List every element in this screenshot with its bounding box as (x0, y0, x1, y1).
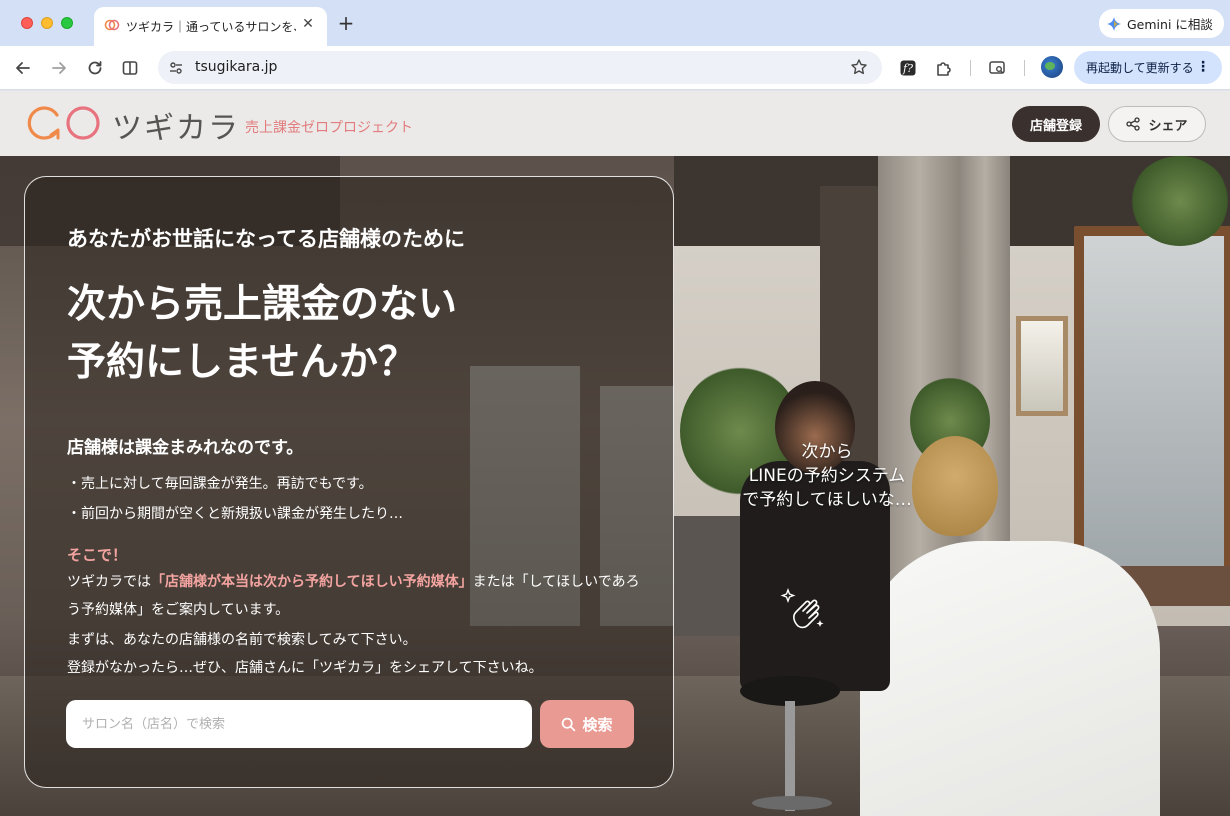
address-bar[interactable]: tsugikara.jp (158, 51, 882, 84)
window-maximize-button[interactable] (61, 17, 73, 29)
hero-lead: あなたがお世話になってる店舗様のために (67, 226, 465, 251)
gemini-sparkle-icon (1107, 16, 1121, 31)
web-page: 次から LINEの予約システム で予約してほしいな… ツギカラ 売上課金ゼロプロ… (0, 91, 1230, 816)
soko-heading: そこで！ (67, 546, 128, 564)
logo-text[interactable]: ツギカラ (112, 103, 240, 147)
svg-text:f?: f? (902, 62, 913, 75)
share-icon (1126, 117, 1141, 131)
restart-update-label: 再起動して更新する (1086, 61, 1194, 75)
toolbar-divider (970, 60, 971, 76)
tab-title: ツギカラ｜通っているサロンを、 (126, 20, 296, 34)
gemini-button[interactable]: Gemini に相談 (1099, 9, 1224, 38)
tab-search-icon[interactable] (986, 57, 1008, 79)
search-button-label: 検索 (582, 715, 613, 734)
window-minimize-button[interactable] (41, 17, 53, 29)
bubble-line-3: で予約してほしいな… (742, 490, 912, 510)
restart-update-button[interactable]: 再起動して更新する ⋮ (1074, 51, 1222, 84)
back-arrow-icon[interactable] (12, 57, 34, 79)
new-tab-button[interactable]: + (335, 12, 357, 34)
forward-arrow-icon[interactable] (48, 57, 70, 79)
toolbar-divider (1024, 60, 1025, 76)
site-header: ツギカラ 売上課金ゼロプロジェクト 店舗登録 シェア (0, 91, 1230, 156)
bookmark-star-icon[interactable] (850, 58, 868, 76)
instruction-paragraph: まずは、あなたの店舗様の名前で検索してみて下さい。 登録がなかったら…ぜひ、店舗… (67, 626, 647, 682)
url-text[interactable]: tsugikara.jp (195, 59, 277, 75)
instruction-line-1: まずは、あなたの店舗様の名前で検索してみて下さい。 (67, 632, 417, 648)
share-label: シェア (1148, 118, 1188, 134)
bubble-line-2: LINEの予約システム (748, 466, 906, 486)
window-close-button[interactable] (21, 17, 33, 29)
puzzle-extensions-icon[interactable] (933, 57, 955, 79)
tab-close-icon[interactable]: ✕ (299, 15, 317, 33)
intro-highlight: 「店舗様が本当は次から予約してほしい予約媒体」 (151, 574, 473, 590)
logo-subtitle: 売上課金ゼロプロジェクト (245, 120, 413, 136)
browser-tab-bar: ツギカラ｜通っているサロンを、 ✕ + Gemini に相談 (0, 0, 1230, 46)
gemini-label: Gemini に相談 (1127, 17, 1213, 32)
browser-toolbar: tsugikara.jp f? 再起動して更新する ⋮ (0, 46, 1230, 90)
bubble-line-1: 次から (801, 442, 853, 462)
hero-headline: 次から売上課金のない 予約にしませんか？ (67, 275, 647, 391)
search-button[interactable]: 検索 (540, 700, 634, 748)
instruction-line-2: 登録がなかったら…ぜひ、店舗さんに「ツギカラ」をシェアして下さいね。 (67, 660, 543, 676)
intro-paragraph: ツギカラでは「店舗様が本当は次から予約してほしい予約媒体」または「してほしいであ… (67, 568, 647, 624)
bullet-item-1: ・売上に対して毎回課金が発生。再訪でもです。 (67, 476, 373, 492)
hand-sparkle-icon (780, 588, 824, 629)
tsugikara-logo-icon[interactable] (27, 105, 103, 141)
headline-line-2: 予約にしませんか？ (67, 339, 417, 385)
share-button[interactable]: シェア (1108, 106, 1206, 142)
search-icon (562, 717, 576, 731)
store-register-button[interactable]: 店舗登録 (1012, 106, 1100, 142)
browser-tab[interactable]: ツギカラ｜通っているサロンを、 ✕ (94, 7, 327, 46)
browser-menu-icon[interactable]: ⋮ (1196, 59, 1210, 75)
font-extension-icon[interactable]: f? (897, 57, 919, 79)
hero-panel: あなたがお世話になってる店舗様のために 次から売上課金のない 予約にしませんか？… (24, 176, 674, 788)
store-register-label: 店舗登録 (1029, 118, 1082, 134)
bullet-item-2: ・前回から期間が空くと新規扱い課金が発生したり… (67, 506, 403, 522)
site-favicon-icon (104, 19, 120, 31)
hero-subhead: 店舗様は課金まみれなのです。 (67, 438, 304, 458)
reload-icon[interactable] (84, 57, 106, 79)
headline-line-1: 次から売上課金のない (67, 281, 458, 327)
site-info-tune-icon[interactable] (164, 56, 188, 80)
speech-bubble-text: 次から LINEの予約システム で予約してほしいな… (712, 440, 942, 512)
salon-search-input[interactable] (66, 700, 532, 748)
split-view-icon[interactable] (119, 57, 141, 79)
profile-avatar[interactable] (1041, 56, 1063, 78)
intro-text-a: ツギカラでは (67, 574, 151, 590)
